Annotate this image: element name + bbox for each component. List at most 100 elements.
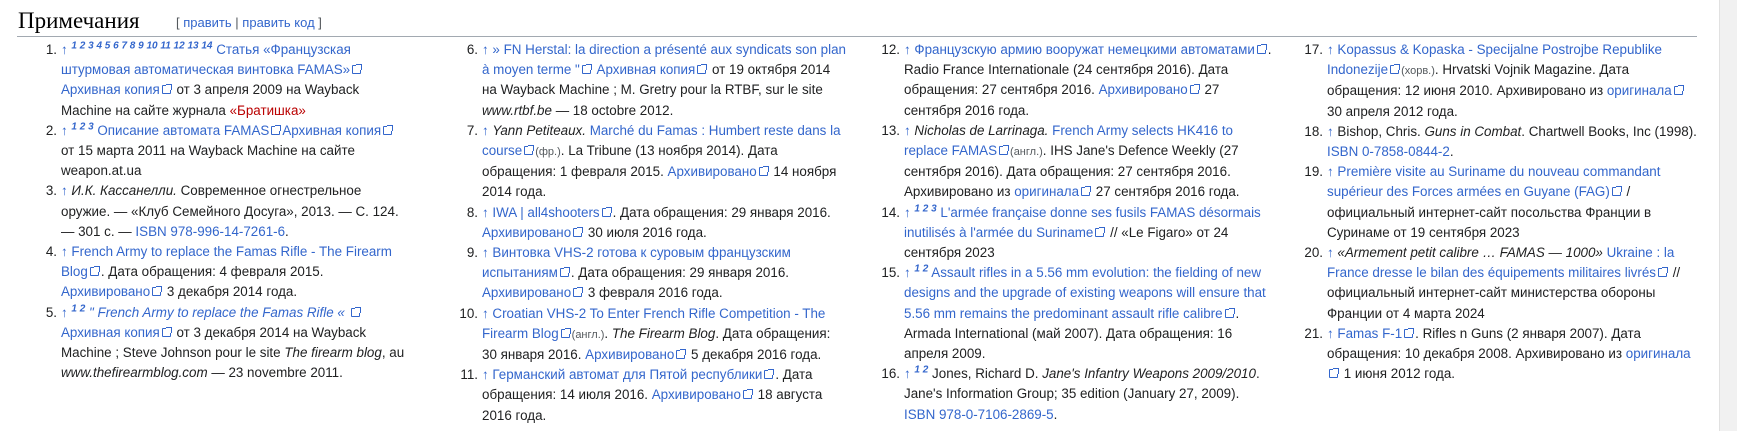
reference-item: 3. ↑ И.К. Кассанелли. Современное огнестр…: [46, 181, 407, 242]
reference-item: 9. ↑ Винтовка VHS-2 готова к суровым фран…: [467, 243, 846, 304]
backlink-letters[interactable]: 1 2 3: [71, 121, 93, 132]
external-link-icon: [764, 369, 775, 380]
reference-link[interactable]: Описание автомата FAMAS: [94, 123, 269, 138]
reference-text: .: [1449, 144, 1454, 160]
backlink-arrow[interactable]: ↑: [1327, 164, 1337, 179]
external-link-icon: [152, 286, 163, 297]
backlink-arrow[interactable]: ↑: [904, 265, 914, 280]
reference-link[interactable]: Архивировано: [652, 387, 741, 402]
reference-number: 2.: [45, 122, 57, 138]
external-link-icon: [1329, 368, 1339, 379]
vertical-scrollbar[interactable]: [1719, 0, 1737, 431]
edit-code-link[interactable]: править код: [242, 15, 314, 30]
reference-number: 18.: [1304, 123, 1323, 139]
backlink-arrow[interactable]: ↑: [61, 123, 71, 138]
reference-link[interactable]: Германский автомат для Пятой республики: [492, 367, 762, 382]
wiki-link[interactable]: Wayback Machine: [501, 82, 610, 97]
backlink-letters[interactable]: 1 2 3 4 5 6 7 8 9 10 11 12 13 14: [71, 41, 212, 52]
reference-italic-text: Nicholas de Larrinaga.: [914, 122, 1049, 138]
reference-italic-text: Yann Petiteaux.: [492, 122, 586, 138]
reference-number: 8.: [466, 204, 478, 220]
edit-bracket-open: [: [176, 15, 180, 30]
reference-number: 15.: [881, 265, 900, 281]
reference-link[interactable]: Архивировано: [1099, 82, 1188, 97]
reference-item: 21. ↑ Famas F-1. Rifles n Guns (2 января …: [1304, 324, 1699, 385]
backlink-arrow[interactable]: ↑: [482, 245, 492, 260]
backlink-arrow[interactable]: ↑: [1327, 42, 1337, 57]
backlink-arrow[interactable]: ↑: [904, 366, 914, 381]
backlink-arrow[interactable]: ↑: [482, 42, 492, 57]
reference-text: — 18 octobre 2012.: [551, 102, 674, 118]
reference-link[interactable]: Французскую армию вооружат немецкими авт…: [914, 42, 1254, 57]
reference-link[interactable]: Архивная копия: [61, 325, 160, 340]
reference-item: 2. ↑ 1 2 3 Описание автомата FAMAS Архивна…: [46, 121, 407, 182]
reference-link[interactable]: " French Army to replace the Famas Rifle…: [85, 305, 348, 320]
reference-link[interactable]: Архивировано: [482, 225, 571, 240]
backlink-arrow[interactable]: ↑: [482, 123, 492, 138]
backlink-arrow[interactable]: ↑: [482, 367, 492, 382]
backlink-letters[interactable]: 1 2: [914, 365, 928, 376]
reference-text: ; Steve Johnson pour le site: [111, 345, 285, 361]
backlink-arrow[interactable]: ↑: [1327, 245, 1337, 260]
backlink-letters[interactable]: 1 2 3: [914, 203, 936, 214]
backlink-arrow[interactable]: ↑: [61, 42, 71, 57]
reference-link[interactable]: IWA | all4shooters: [492, 205, 599, 220]
backlink-arrow[interactable]: ↑: [904, 42, 914, 57]
reference-link[interactable]: Архивировано: [482, 285, 571, 300]
reference-number: 7.: [466, 122, 478, 138]
external-link-icon: [1611, 186, 1622, 197]
reference-link[interactable]: Архивировано: [61, 284, 150, 299]
reference-text: 3 февраля 2016 года.: [584, 285, 723, 301]
backlink-arrow[interactable]: ↑: [1327, 326, 1337, 341]
backlink-arrow[interactable]: ↑: [61, 183, 71, 198]
backlink-arrow[interactable]: ↑: [61, 244, 71, 259]
reference-link[interactable]: Famas F-1: [1337, 326, 1402, 341]
reference-link[interactable]: ISBN 978-0-7106-2869-5: [904, 407, 1054, 422]
reference-item: 15. ↑ 1 2 Assault rifles in a 5.56 mm evo…: [881, 263, 1274, 364]
reference-italic-text: Jane's Infantry Weapons 2009/2010: [1042, 366, 1256, 382]
edit-section-links: [ править | править код ]: [176, 15, 322, 30]
reference-link[interactable]: Архивировано: [668, 164, 757, 179]
reference-link[interactable]: ISBN 0-7858-0844-2: [1327, 144, 1450, 159]
reference-number: 20.: [1304, 245, 1323, 261]
reference-text: 30 апреля 2012 года.: [1327, 103, 1458, 119]
reference-link[interactable]: оригинала: [1014, 184, 1079, 199]
backlink-arrow[interactable]: ↑: [904, 205, 914, 220]
reference-link[interactable]: Première visite au Suriname du nouveau c…: [1327, 164, 1660, 199]
backlink-arrow[interactable]: ↑: [904, 123, 914, 138]
reference-text: 5 декабря 2016 года.: [687, 347, 822, 363]
reference-link[interactable]: Архивная копия: [593, 62, 696, 77]
wiki-link[interactable]: Wayback Machine: [189, 143, 298, 158]
reference-number: 16.: [881, 366, 900, 382]
reference-link[interactable]: Архивировано: [585, 347, 674, 362]
reference-text: 1 июня 2012 года.: [1340, 366, 1456, 382]
external-link-icon: [1657, 267, 1668, 278]
reference-link[interactable]: Assault rifles in a 5.56 mm evolution: t…: [904, 265, 1266, 320]
references-column-2: 6. ↑ » FN Herstal: la direction a présent…: [459, 40, 846, 426]
reference-link[interactable]: Архивная копия: [61, 82, 160, 97]
external-link-icon: [352, 64, 363, 75]
reference-italic-text: www.rtbf.be: [482, 102, 552, 118]
backlink-arrow[interactable]: ↑: [1327, 124, 1337, 139]
reference-link[interactable]: оригинала: [1607, 83, 1672, 98]
edit-link[interactable]: править: [183, 15, 231, 30]
backlink-arrow[interactable]: ↑: [61, 305, 71, 320]
reference-text: . Chartwell Books, Inc (1998).: [1521, 123, 1697, 139]
backlink-arrow[interactable]: ↑: [482, 306, 492, 321]
backlink-letters[interactable]: 1 2: [914, 264, 928, 275]
reference-link[interactable]: ISBN 978-996-14-7261-6: [135, 224, 285, 239]
reference-item: 13. ↑ Nicholas de Larrinaga. French Army …: [881, 121, 1274, 203]
backlink-letters[interactable]: 1 2: [71, 303, 85, 314]
reference-link[interactable]: Архивная копия: [282, 123, 381, 138]
backlink-arrow[interactable]: ↑: [482, 205, 492, 220]
reference-text: . Дата обращения: 4 февраля 2015.: [100, 264, 324, 280]
reference-item: 6. ↑ » FN Herstal: la direction a présent…: [467, 40, 846, 121]
language-marker: (англ.): [571, 328, 605, 341]
external-link-icon: [524, 145, 535, 156]
reference-italic-text: www.thefirearmblog.com: [61, 365, 208, 381]
external-link-icon: [601, 206, 612, 217]
external-link-icon: [350, 306, 361, 317]
reference-link[interactable]: оригинала: [1626, 346, 1691, 361]
missing-article-link[interactable]: «Братишка»: [230, 103, 306, 118]
external-link-icon: [161, 326, 172, 337]
